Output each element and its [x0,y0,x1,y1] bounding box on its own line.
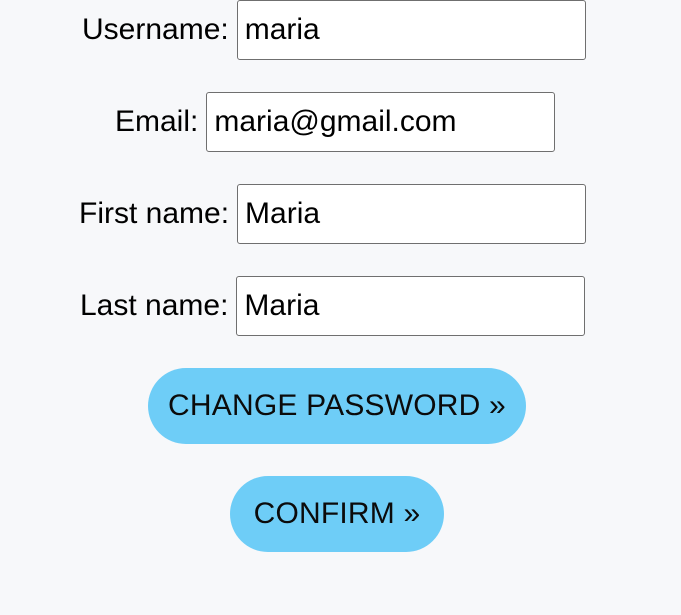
username-label: Username: [82,13,229,46]
last-name-input[interactable] [236,276,586,336]
email-input[interactable] [206,92,556,152]
last-name-row: Last name: [80,276,586,336]
last-name-label: Last name: [80,289,229,322]
confirm-button[interactable]: CONFIRM » [230,476,444,552]
first-name-input[interactable] [237,184,587,244]
first-name-row: First name: [79,184,587,244]
email-row: Email: [115,92,556,152]
change-password-button[interactable]: CHANGE PASSWORD » [148,368,526,444]
first-name-label: First name: [79,197,230,230]
username-row: Username: [82,0,586,60]
email-label: Email: [115,105,199,138]
username-input[interactable] [236,0,586,60]
